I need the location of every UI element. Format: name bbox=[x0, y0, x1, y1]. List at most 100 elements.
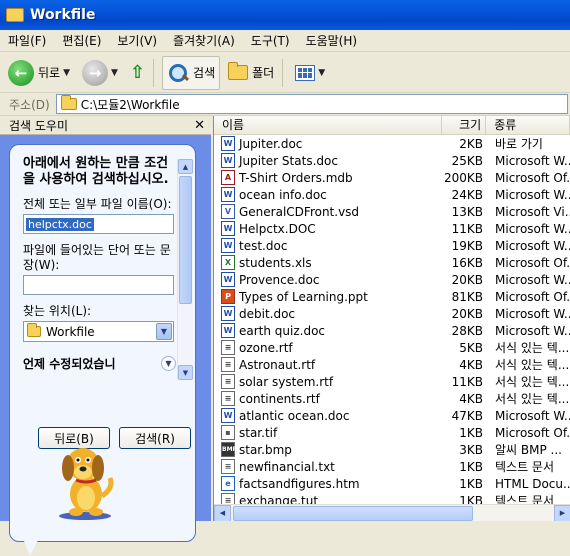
search-companion-pane: 검색 도우미 ✕ 아래에서 원하는 만큼 조건을 사용하여 검색하십시오. 전체… bbox=[0, 116, 211, 556]
file-name: test.doc bbox=[239, 238, 288, 253]
file-name-cell: P Types of Learning.ppt bbox=[214, 289, 443, 304]
file-type: HTML Docu... bbox=[495, 476, 570, 491]
file-row[interactable]: Wearth quiz.doc 28KB Microsoft W... bbox=[214, 322, 570, 339]
back-label: 뒤로 bbox=[38, 66, 61, 80]
file-row[interactable]: BMP star.bmp 3KB 알씨 BMP ... bbox=[214, 441, 570, 458]
column-header-name[interactable]: 이름 bbox=[214, 116, 443, 135]
dog-assistant-icon[interactable] bbox=[50, 436, 120, 521]
menu-file[interactable]: 파일(F) bbox=[0, 32, 54, 49]
column-header-size[interactable]: 크기 bbox=[442, 116, 487, 135]
modified-option[interactable]: 언제 수정되었습니 ▼ bbox=[23, 355, 176, 372]
file-name: continents.rtf bbox=[239, 391, 320, 406]
file-row[interactable]: ≡ continents.rtf 4KB 서식 있는 텍... bbox=[214, 390, 570, 407]
file-type: Microsoft W... bbox=[495, 187, 570, 202]
filename-label: 전체 또는 일부 파일 이름(O): bbox=[23, 197, 172, 211]
rtf-file-icon: ≡ bbox=[221, 357, 235, 372]
address-input[interactable]: C:\모듈2\Workfile bbox=[55, 94, 568, 114]
back-button[interactable]: ← 뒤로 ▼ bbox=[4, 56, 74, 90]
file-row[interactable]: ▪ star.tif 1KB Microsoft Of... bbox=[214, 424, 570, 441]
folder-icon bbox=[27, 323, 41, 337]
file-rows: W Jupiter.doc 2KB 바로 가기 W Jupiter Stats.doc 25… bbox=[214, 135, 570, 509]
file-type: Microsoft W... bbox=[495, 153, 570, 168]
modified-option-label: 언제 수정되었습니 bbox=[23, 357, 116, 371]
scroll-left-icon[interactable]: ◀ bbox=[214, 504, 231, 521]
file-row[interactable]: Watlantic ocean.doc 47KB Microsoft W... bbox=[214, 407, 570, 424]
file-row[interactable]: ≡ solar system.rtf 11KB 서식 있는 텍... bbox=[214, 373, 570, 390]
column-header-type[interactable]: 종류 bbox=[486, 116, 570, 135]
file-row[interactable]: ≡ newfinancial.txt 1KB 텍스트 문서 bbox=[214, 458, 570, 475]
file-size: 3KB bbox=[459, 442, 483, 457]
file-size: 20KB bbox=[451, 306, 483, 321]
file-type: 서식 있는 텍... bbox=[495, 392, 570, 406]
location-label: 찾는 위치(L): bbox=[23, 304, 92, 318]
scroll-down-icon[interactable]: ▼ bbox=[178, 365, 193, 380]
rtf-file-icon: ≡ bbox=[221, 340, 235, 355]
file-type: 텍스트 문서 bbox=[495, 460, 555, 474]
views-dropdown-icon: ▼ bbox=[318, 67, 326, 78]
file-name-cell: Wocean info.doc bbox=[214, 187, 443, 202]
toolbar-separator bbox=[282, 58, 284, 87]
menu-favorites[interactable]: 즐겨찾기(A) bbox=[165, 32, 243, 49]
location-select[interactable]: Workfile ▼ bbox=[23, 321, 174, 342]
file-name-cell: W Provence.doc bbox=[214, 272, 443, 287]
file-name: solar system.rtf bbox=[239, 374, 334, 389]
ppt-file-icon: P bbox=[221, 289, 235, 304]
file-row[interactable]: V GeneralCDFront.vsd 13KB Microsoft Vi... bbox=[214, 203, 570, 220]
file-row[interactable]: W Jupiter Stats.doc 25KB Microsoft W... bbox=[214, 152, 570, 169]
filename-input[interactable]: helpctx.doc bbox=[23, 214, 174, 234]
file-row[interactable]: ≡ ozone.rtf 5KB 서식 있는 텍... bbox=[214, 339, 570, 356]
file-row[interactable]: W Helpctx.DOC 11KB Microsoft W... bbox=[214, 220, 570, 237]
file-list: 이름 크기 종류 W Jupiter.doc 2KB 바로 가기 W Jupiter St… bbox=[213, 116, 570, 521]
expand-chevron-icon[interactable]: ▼ bbox=[161, 356, 176, 371]
file-row[interactable]: A T-Shirt Orders.mdb 200KB Microsoft Of... bbox=[214, 169, 570, 186]
chevron-down-icon[interactable]: ▼ bbox=[156, 323, 172, 340]
file-row[interactable]: W Provence.doc 20KB Microsoft W... bbox=[214, 271, 570, 288]
scroll-thumb[interactable] bbox=[179, 176, 192, 304]
menu-tools[interactable]: 도구(T) bbox=[243, 32, 298, 49]
file-name: factsandfigures.htm bbox=[239, 476, 360, 491]
folder-icon bbox=[6, 8, 24, 22]
horizontal-scrollbar[interactable]: ◀ ▶ bbox=[214, 504, 570, 521]
title-bar[interactable]: Workfile bbox=[0, 0, 570, 30]
file-name: star.tif bbox=[239, 425, 278, 440]
file-name-cell: Wtest.doc bbox=[214, 238, 443, 253]
toolbar-separator bbox=[153, 58, 155, 87]
file-row[interactable]: Wocean info.doc 24KB Microsoft W... bbox=[214, 186, 570, 203]
bmp-file-icon: BMP bbox=[221, 442, 237, 457]
bubble-scrollbar[interactable]: ▲ ▼ bbox=[177, 159, 193, 380]
folders-button[interactable]: 폴더 bbox=[224, 56, 278, 90]
word-file-icon: W bbox=[221, 272, 235, 287]
file-row[interactable]: ≡ Astronaut.rtf 4KB 서식 있는 텍... bbox=[214, 356, 570, 373]
forward-button[interactable]: → ▼ bbox=[78, 56, 122, 90]
file-name-cell: W Helpctx.DOC bbox=[214, 221, 443, 236]
file-row[interactable]: Wdebit.doc 20KB Microsoft W... bbox=[214, 305, 570, 322]
file-row[interactable]: Xstudents.xls 16KB Microsoft Of... bbox=[214, 254, 570, 271]
file-row[interactable]: Wtest.doc 19KB Microsoft W... bbox=[214, 237, 570, 254]
file-row[interactable]: W Jupiter.doc 2KB 바로 가기 bbox=[214, 135, 570, 152]
address-label: 주소(D) bbox=[9, 97, 50, 112]
scroll-right-icon[interactable]: ▶ bbox=[554, 504, 570, 521]
file-type: 알씨 BMP ... bbox=[495, 443, 562, 457]
menu-view[interactable]: 보기(V) bbox=[109, 32, 165, 49]
up-folder-button[interactable]: ⇧ bbox=[126, 56, 149, 90]
file-size: 1KB bbox=[459, 425, 483, 440]
file-name: ocean info.doc bbox=[239, 187, 327, 202]
run-search-button[interactable]: 검색(R) bbox=[119, 427, 191, 449]
forward-dropdown-icon[interactable]: ▼ bbox=[111, 68, 118, 78]
visio-file-icon: V bbox=[221, 204, 235, 219]
word-input[interactable] bbox=[23, 275, 174, 295]
search-button[interactable]: 검색 bbox=[162, 55, 221, 90]
txt-file-icon: ≡ bbox=[221, 459, 235, 474]
scroll-thumb[interactable] bbox=[233, 505, 473, 521]
close-icon[interactable]: ✕ bbox=[194, 118, 205, 133]
file-row[interactable]: e factsandfigures.htm 1KB HTML Docu... bbox=[214, 475, 570, 492]
menu-help[interactable]: 도움말(H) bbox=[298, 32, 366, 49]
file-type: Microsoft Of... bbox=[495, 425, 570, 440]
file-row[interactable]: P Types of Learning.ppt 81KB Microsoft Of..… bbox=[214, 288, 570, 305]
file-type: Microsoft W... bbox=[495, 238, 570, 253]
scroll-up-icon[interactable]: ▲ bbox=[178, 159, 193, 174]
views-button[interactable]: ▼ bbox=[291, 56, 329, 90]
file-type: 서식 있는 텍... bbox=[495, 341, 570, 355]
menu-edit[interactable]: 편집(E) bbox=[54, 32, 109, 49]
back-dropdown-icon[interactable]: ▼ bbox=[63, 68, 70, 78]
